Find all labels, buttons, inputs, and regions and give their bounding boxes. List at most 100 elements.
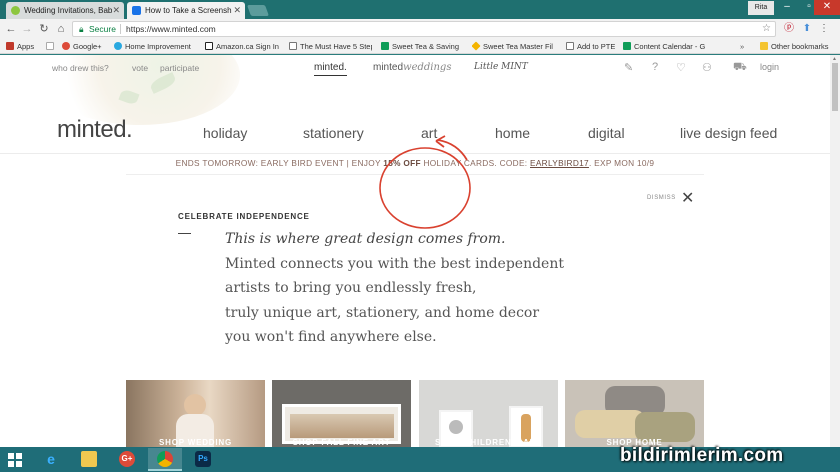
url-text: https://www.minted.com: [126, 24, 216, 34]
bookmark-add-to-pte[interactable]: Add to PTE: [566, 40, 615, 53]
nav-home[interactable]: home: [495, 125, 530, 141]
page-scrollbar[interactable]: ▲: [830, 55, 840, 447]
page-icon: [46, 42, 54, 50]
bookmark-must-have[interactable]: The Must Have 5 Step: [289, 40, 372, 53]
sheets-icon: [623, 42, 631, 50]
browser-toolbar: ← → ↻ ⌂ 🔒︎ Secure https://www.minted.com…: [0, 19, 840, 39]
hero-body-line: Minted connects you with the best indepe…: [225, 256, 564, 272]
minted-logo[interactable]: minted.: [57, 116, 133, 144]
photo-figure: [184, 394, 206, 416]
tile-shop-home[interactable]: SHOP HOME: [565, 380, 704, 447]
bookmark-page[interactable]: [46, 40, 57, 53]
bookmark-home-improvement[interactable]: Home Improvement: [114, 40, 191, 53]
hero-eyebrow: CELEBRATE INDEPENDENCE: [178, 212, 310, 221]
close-tab-icon[interactable]: ✕: [112, 2, 120, 19]
apps-grid-icon: [6, 42, 14, 50]
google-plus-icon: [62, 42, 70, 50]
hero-body-line: truly unique art, stationery, and home d…: [225, 305, 540, 321]
vote-link[interactable]: vote: [132, 63, 148, 73]
heart-icon[interactable]: ♡: [676, 61, 686, 74]
menu-dots-icon[interactable]: ⋮: [818, 22, 830, 35]
minimize-icon[interactable]: –: [776, 0, 798, 15]
nav-stationery[interactable]: stationery: [303, 125, 364, 141]
participate-link[interactable]: participate: [160, 63, 199, 73]
hero-body-line: you won't find anywhere else.: [225, 329, 437, 345]
brand-tab-minted-weddings[interactable]: mintedweddings: [373, 62, 451, 73]
brand-tab-minted[interactable]: minted.: [314, 62, 347, 76]
lock-icon: 🔒︎: [79, 24, 84, 34]
taskbar-file-explorer[interactable]: [72, 448, 106, 471]
hero-headline: This is where great design comes from.: [225, 231, 506, 247]
back-arrow-icon[interactable]: ←: [4, 21, 18, 37]
bookmarks-overflow-icon[interactable]: »: [740, 40, 744, 53]
scrollbar-thumb[interactable]: [832, 63, 838, 111]
tab-how-to-screenshot[interactable]: How to Take a Screensh ✕: [127, 2, 245, 19]
bookmarks-bar: Apps Google+ Home Improvement Amazon.ca …: [0, 39, 840, 54]
watermark-text: bildirimlerim.com: [620, 445, 784, 466]
pen-icon[interactable]: ✎: [624, 61, 633, 74]
hero-body-line: artists to bring you endlessly fresh,: [225, 280, 477, 296]
bookmark-star-icon[interactable]: ☆: [762, 22, 771, 36]
folder-icon: [81, 451, 97, 467]
bookmark-content-calendar[interactable]: Content Calendar - G: [623, 40, 709, 53]
nav-holiday[interactable]: holiday: [203, 125, 247, 141]
nav-art[interactable]: art: [421, 125, 437, 141]
window-close-icon[interactable]: ✕: [814, 0, 840, 15]
tile-label: SHOP CHILDREN'S ART: [435, 438, 542, 447]
bookmark-amazon[interactable]: Amazon.ca Sign In: [205, 40, 279, 53]
nav-digital[interactable]: digital: [588, 125, 625, 141]
page-icon: [289, 42, 297, 50]
who-drew-this-link[interactable]: who drew this?: [52, 63, 109, 73]
nav-live-design-feed[interactable]: live design feed: [680, 125, 777, 141]
chrome-icon: [157, 451, 173, 467]
dismiss-label[interactable]: DISMISS: [647, 195, 676, 201]
tile-shop-childrens-art[interactable]: SHOP CHILDREN'S ART: [419, 380, 558, 447]
help-icon[interactable]: ?: [652, 61, 658, 73]
pinterest-icon[interactable]: ⓟ: [783, 22, 795, 35]
forward-arrow-icon[interactable]: →: [20, 21, 34, 37]
secure-label: Secure: [89, 24, 116, 34]
bookmark-other[interactable]: Other bookmarks: [760, 40, 829, 53]
community-icon[interactable]: ⚇: [702, 61, 712, 74]
bookmark-apps[interactable]: Apps: [6, 40, 34, 53]
promo-banner[interactable]: ENDS TOMORROW: EARLY BIRD EVENT | ENJOY …: [0, 158, 830, 168]
google-plus-icon: G+: [119, 451, 135, 467]
close-icon[interactable]: ✕: [681, 188, 694, 208]
login-link[interactable]: login: [760, 62, 779, 72]
tile-label: SHOP WEDDING: [158, 438, 232, 447]
cart-icon[interactable]: ⛟: [733, 61, 747, 75]
page-icon: [566, 42, 574, 50]
tab-title: Wedding Invitations, Bab: [24, 6, 113, 15]
tile-shop-wedding[interactable]: SHOP WEDDING: [126, 380, 265, 447]
tab-wedding-invitations[interactable]: Wedding Invitations, Bab ✕: [6, 2, 124, 19]
bookmark-sweet-tea-saving[interactable]: Sweet Tea & Saving: [381, 40, 465, 53]
taskbar-chrome[interactable]: [148, 448, 182, 471]
extension-icon[interactable]: ⬆: [801, 22, 813, 35]
address-bar[interactable]: 🔒︎ Secure https://www.minted.com ☆: [72, 21, 776, 37]
sheets-icon: [381, 42, 389, 50]
home-icon[interactable]: ⌂: [54, 21, 68, 37]
tab-title: How to Take a Screensh: [145, 6, 232, 15]
reload-icon[interactable]: ↻: [37, 21, 51, 37]
brand-tab-little-mint[interactable]: Little MINT: [474, 62, 528, 72]
minted-favicon-icon: [11, 6, 20, 15]
taskbar-google-plus[interactable]: G+: [110, 448, 144, 471]
profile-button[interactable]: Rita: [748, 1, 774, 15]
close-tab-icon[interactable]: ✕: [233, 2, 241, 19]
scroll-up-icon[interactable]: ▲: [832, 56, 837, 62]
tile-shop-fall-fine-art[interactable]: SHOP FALL FINE ART: [272, 380, 411, 447]
bookmark-google-plus[interactable]: Google+: [62, 40, 102, 53]
drive-icon: [472, 41, 481, 51]
taskbar-internet-explorer[interactable]: e: [34, 448, 68, 471]
internet-explorer-icon: e: [47, 451, 55, 467]
bookmark-sweet-tea-master[interactable]: Sweet Tea Master Fil: [472, 40, 558, 53]
new-tab-button[interactable]: [246, 5, 270, 16]
amazon-icon: [205, 42, 213, 50]
tile-label: SHOP FALL FINE ART: [292, 438, 391, 447]
start-button[interactable]: [0, 448, 30, 471]
web-page: who drew this? vote participate minted. …: [0, 55, 830, 447]
browser-tab-strip: Wedding Invitations, Bab ✕ How to Take a…: [0, 0, 840, 19]
folder-icon: [760, 42, 768, 50]
taskbar-photoshop[interactable]: Ps: [186, 448, 220, 471]
article-favicon-icon: [132, 6, 141, 15]
